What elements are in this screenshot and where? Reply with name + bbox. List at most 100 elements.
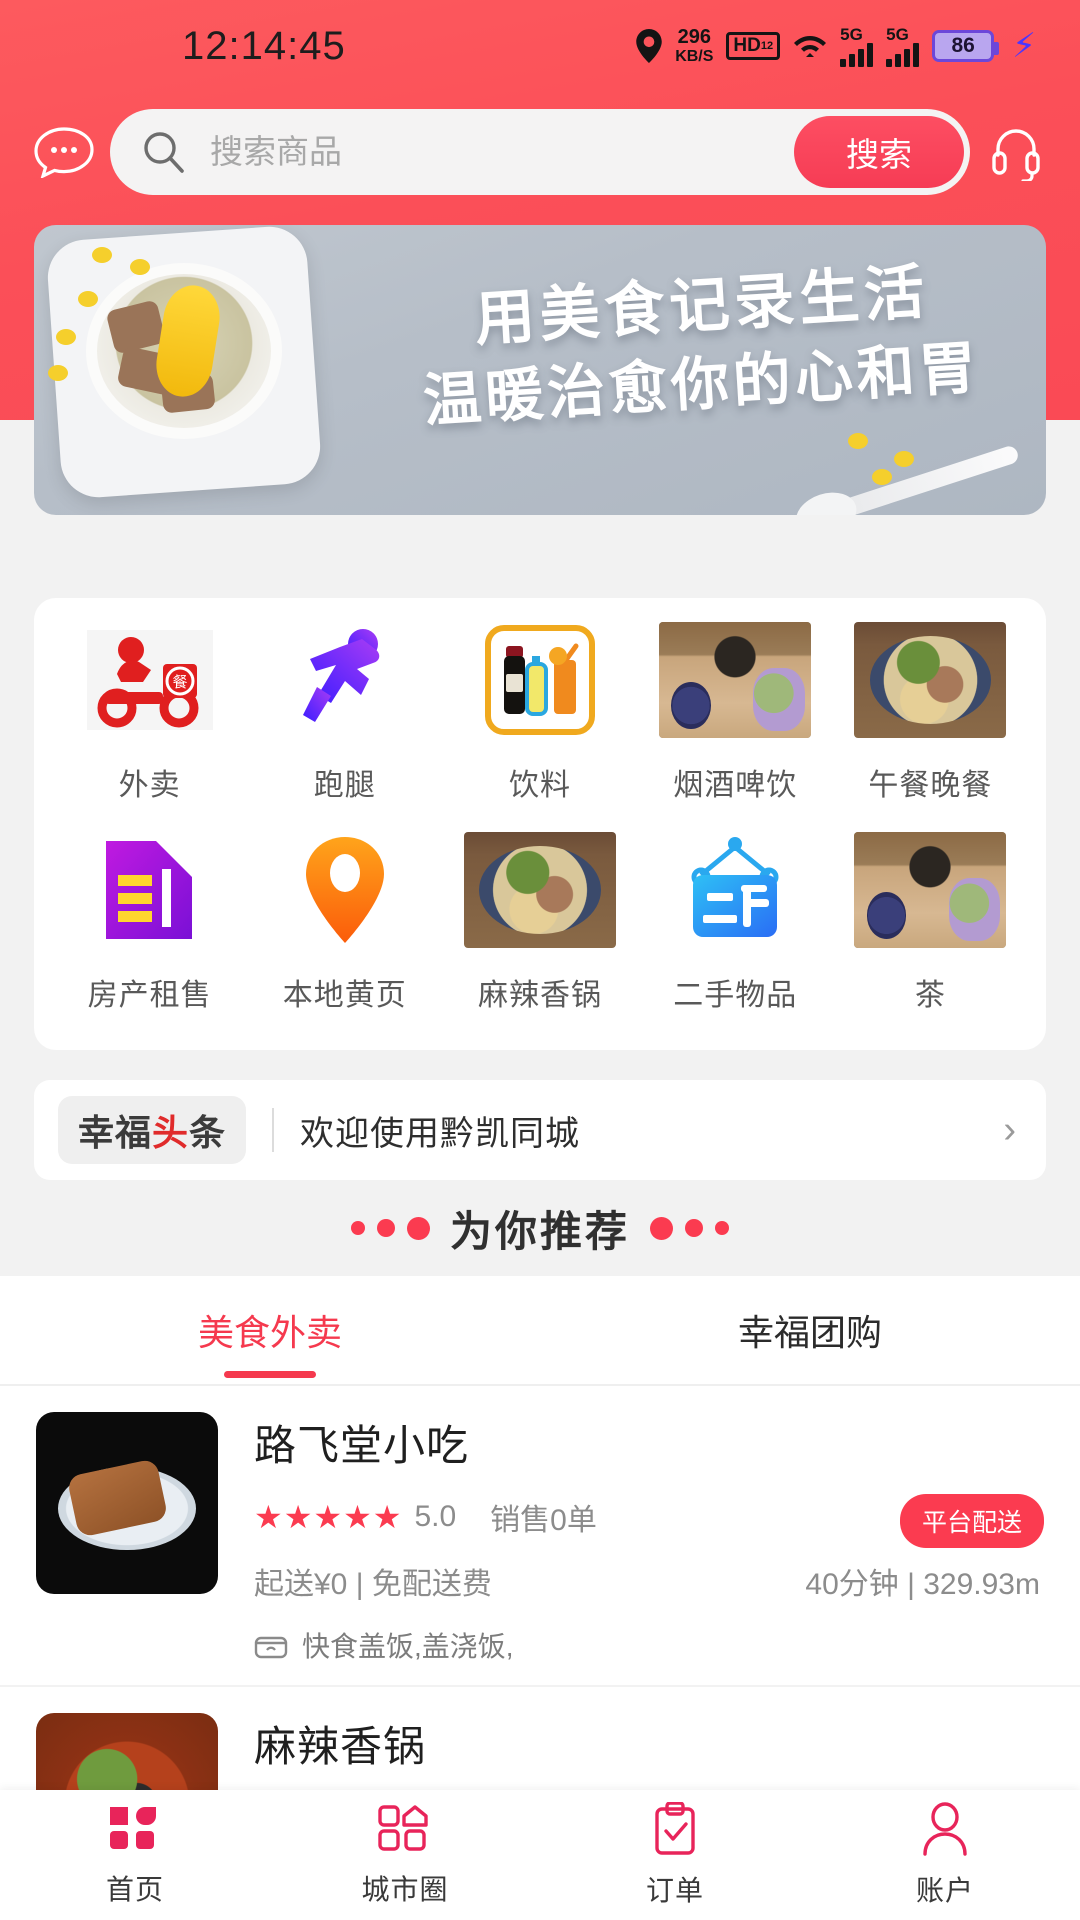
category-label: 茶 [914, 979, 946, 1012]
building-document-icon [74, 832, 226, 948]
hd-label: HD [733, 35, 761, 56]
city-circle-icon [376, 1803, 434, 1860]
shop-name: 路飞堂小吃 [254, 1422, 470, 1469]
sim2-label: 5G [886, 24, 909, 44]
battery-indicator: 86 [932, 30, 1000, 62]
category-item-cha[interactable]: 茶 [833, 832, 1028, 1014]
shop-tabs: 美食外卖 幸福团购 [0, 1276, 1080, 1384]
storefront-icon [254, 1631, 288, 1659]
chat-bubble-icon[interactable] [24, 126, 104, 178]
map-pin-icon [269, 832, 421, 948]
sim2-signal: 5G [886, 24, 920, 67]
milk-tea-photo [854, 832, 1007, 948]
rating-stars: ★★★★★ [254, 1499, 403, 1535]
battery-percent: 86 [951, 34, 975, 57]
delivery-badge: 平台配送 [899, 1494, 1044, 1548]
category-label: 外卖 [118, 769, 181, 802]
category-item-paotui[interactable]: 跑腿 [247, 622, 442, 804]
category-row-1: 餐 外卖 跑腿 饮料 烟酒啤饮 午餐晚餐 [52, 622, 1028, 804]
running-person-icon [269, 622, 421, 738]
shop-list-section: 美食外卖 幸福团购 路飞堂小吃 ★★★★★ 5.0 销售0单 平台配送 起送¥0… [0, 1276, 1080, 1846]
decorative-dots-right [650, 1216, 729, 1240]
hd-sub: 2 [767, 40, 774, 52]
wifi-icon [793, 32, 827, 60]
network-speed: 296 KB/S [675, 27, 713, 66]
home-grid-icon [106, 1803, 164, 1860]
category-label: 麻辣香锅 [478, 979, 602, 1012]
search-bar[interactable]: 搜索 [110, 109, 970, 195]
scooter-delivery-icon: 餐 [74, 622, 226, 738]
sim1-signal: 5G [840, 24, 874, 67]
tab-meishi-waimai[interactable]: 美食外卖 [0, 1304, 540, 1356]
bottom-navigation: 首页 城市圈 订单 账户 [0, 1790, 1080, 1920]
rating-value: 5.0 [414, 1500, 457, 1533]
banner-spoon [833, 444, 1021, 515]
category-label: 饮料 [509, 769, 571, 802]
promo-banner[interactable]: 用美食记录生活 温暖治愈你的心和胃 [34, 225, 1046, 515]
headline-logo-suffix: 条 [189, 1112, 227, 1153]
decorative-dots-left [350, 1216, 430, 1240]
category-item-yanjiu[interactable]: 烟酒啤饮 [638, 622, 833, 804]
lightning-bolt-icon: ⚡ [1012, 27, 1036, 65]
shop-meta-row: 起送¥0 | 免配送费 40分钟 | 329.93m [254, 1559, 1044, 1603]
banner-kernel [848, 433, 868, 449]
sim1-label: 5G [840, 24, 863, 44]
search-icon [140, 128, 188, 176]
nav-item-orders[interactable]: 订单 [540, 1800, 810, 1909]
status-bar: 12:14:45 296 KB/S HD 1 2 5G 5G 86 ⚡ [0, 0, 1080, 92]
milk-tea-photo [659, 622, 812, 738]
svg-text:餐: 餐 [172, 673, 187, 691]
category-item-ershou[interactable]: 二手物品 [638, 832, 833, 1014]
category-label: 本地黄页 [282, 979, 407, 1012]
shop-card[interactable]: 路飞堂小吃 ★★★★★ 5.0 销售0单 平台配送 起送¥0 | 免配送费 40… [0, 1386, 1080, 1687]
tab-xingfu-tuangou[interactable]: 幸福团购 [540, 1304, 1080, 1356]
delivery-fee: 起送¥0 | 免配送费 [254, 1568, 492, 1601]
category-item-huangye[interactable]: 本地黄页 [247, 832, 442, 1014]
category-grid: 餐 外卖 跑腿 饮料 烟酒啤饮 午餐晚餐 房产租售 本地黄页 麻辣香锅 二手物品… [34, 598, 1046, 1050]
nav-label: 订单 [645, 1874, 704, 1906]
banner-kernel [48, 365, 68, 381]
recommend-title: 为你推荐 [449, 1207, 630, 1255]
recommend-title-row: 为你推荐 [0, 1182, 1080, 1274]
sim2-bars [886, 42, 920, 67]
banner-kernel [872, 469, 892, 485]
nav-item-home[interactable]: 首页 [0, 1803, 270, 1908]
shop-name: 麻辣香锅 [254, 1723, 427, 1770]
app-root: 12:14:45 296 KB/S HD 1 2 5G 5G 86 ⚡ 搜索商品… [0, 0, 1080, 1920]
category-item-waimai[interactable]: 餐 外卖 [52, 622, 247, 804]
category-item-wucan[interactable]: 午餐晚餐 [833, 622, 1028, 804]
shop-thumbnail [36, 1412, 218, 1594]
category-label: 午餐晚餐 [868, 769, 993, 802]
status-icons: 296 KB/S HD 1 2 5G 5G 86 ⚡ [636, 26, 1036, 67]
category-item-malaxiangguo[interactable]: 麻辣香锅 [442, 832, 637, 1014]
category-item-yinliao[interactable]: 饮料 [442, 622, 637, 804]
user-account-icon [919, 1801, 971, 1861]
banner-text: 用美食记录生活 温暖治愈你的心和胃 [392, 258, 1012, 434]
search-button[interactable]: 搜索 [794, 116, 964, 188]
search-input[interactable] [188, 133, 794, 171]
nav-item-city[interactable]: 城市圈 [270, 1803, 540, 1908]
shop-info: 路飞堂小吃 ★★★★★ 5.0 销售0单 平台配送 起送¥0 | 免配送费 40… [218, 1412, 1044, 1665]
shop-tag-text: 快食盖饭,盖浇饭, [302, 1631, 514, 1662]
nav-item-account[interactable]: 账户 [810, 1801, 1080, 1909]
sales-count: 销售0单 [490, 1504, 597, 1537]
headset-icon[interactable] [976, 123, 1056, 181]
headline-divider [272, 1108, 275, 1152]
banner-kernel [78, 291, 98, 307]
banner-kernel [894, 451, 914, 467]
headline-text: 欢迎使用黔凯同城 [300, 1114, 581, 1153]
chevron-right-icon[interactable]: › [1003, 1109, 1016, 1152]
category-label: 跑腿 [313, 769, 376, 802]
beverage-bottles-icon [464, 622, 616, 738]
category-item-fangchan[interactable]: 房产租售 [52, 832, 247, 1014]
nav-label: 首页 [105, 1873, 164, 1905]
location-pin-icon [636, 29, 662, 63]
status-clock: 12:14:45 [182, 23, 346, 68]
banner-kernel [130, 259, 150, 275]
headline-logo-prefix: 幸福 [78, 1112, 153, 1153]
hd-voice-icon: HD 1 2 [726, 32, 781, 60]
nav-label: 城市圈 [361, 1873, 449, 1905]
headline-banner[interactable]: 幸福头条 欢迎使用黔凯同城 › [34, 1080, 1046, 1180]
category-label: 二手物品 [673, 979, 798, 1012]
clipboard-check-icon [650, 1800, 700, 1861]
